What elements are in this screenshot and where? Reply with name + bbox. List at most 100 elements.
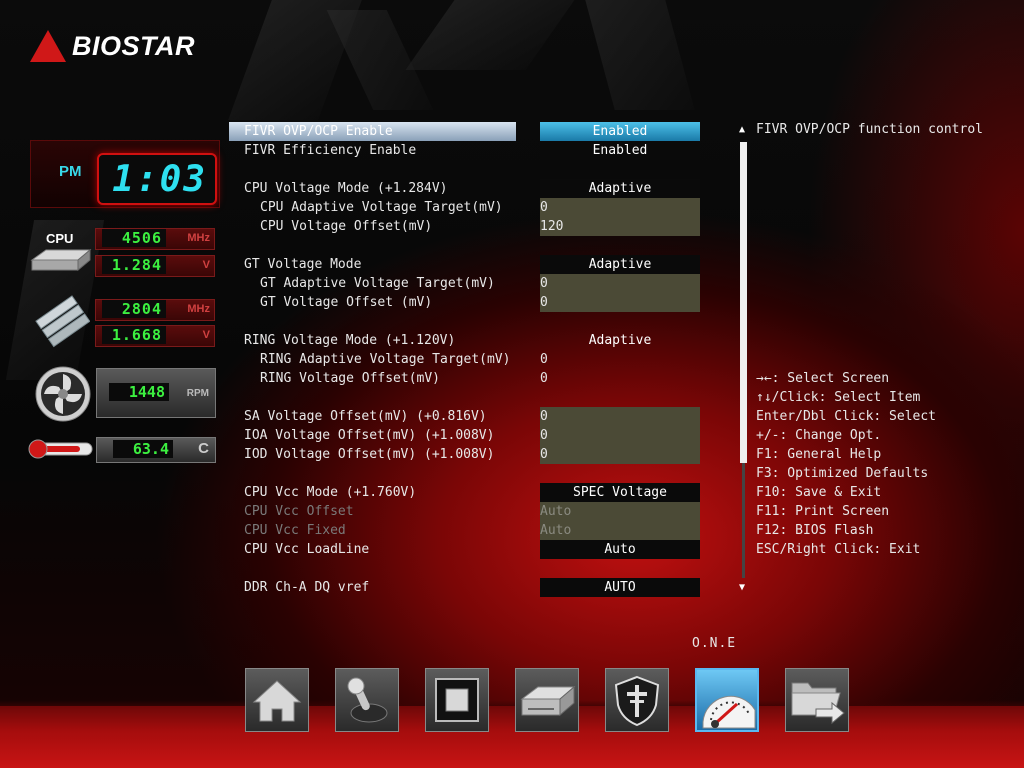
cpu-voltage-value: 1.284 — [102, 256, 166, 274]
setting-value-input[interactable]: 0 — [540, 274, 700, 293]
logo-text: BIOSTAR — [72, 30, 195, 61]
nav-tab-advanced[interactable] — [335, 668, 399, 732]
setting-value-input: Auto — [540, 521, 700, 540]
setting-label: CPU Adaptive Voltage Target(mV) — [260, 200, 503, 215]
help-description: FIVR OVP/OCP function control — [756, 122, 983, 137]
biostar-triangle-icon — [30, 30, 66, 62]
memory-voltage-value: 1.668 — [102, 326, 166, 344]
setting-iod-voltage-offset[interactable]: IOD Voltage Offset(mV) (+1.008V) 0 — [229, 445, 701, 464]
nav-tab-boot[interactable] — [515, 668, 579, 732]
temperature-readout: 63.4 C — [96, 437, 216, 463]
key-hint: →←: Select Screen — [756, 371, 890, 386]
setting-value-select[interactable]: Auto — [540, 540, 700, 559]
memory-voltage-readout: 1.668 V — [95, 325, 215, 347]
setting-label: IOA Voltage Offset(mV) (+1.008V) — [244, 428, 495, 443]
setting-value-input[interactable]: 0 — [540, 407, 700, 426]
chip-icon — [435, 678, 479, 722]
thermometer-icon — [28, 437, 94, 465]
setting-fivr-efficiency-enable[interactable]: FIVR Efficiency Enable Enabled — [229, 141, 701, 160]
setting-value-input[interactable]: 120 — [540, 217, 700, 236]
setting-sa-voltage-offset[interactable]: SA Voltage Offset(mV) (+0.816V) 0 — [229, 407, 701, 426]
setting-ddr-cha-dq-vref[interactable]: DDR Ch-A DQ vref AUTO — [229, 578, 701, 597]
biostar-logo: BIOSTAR — [30, 30, 195, 62]
setting-cpu-vcc-loadline[interactable]: CPU Vcc LoadLine Auto — [229, 540, 701, 559]
setting-ring-adaptive-voltage-target[interactable]: RING Adaptive Voltage Target(mV) 0 — [229, 350, 701, 369]
memory-icon — [34, 292, 91, 352]
cpu-voltage-unit: V — [202, 259, 210, 271]
setting-value-input[interactable]: 0 — [540, 198, 700, 217]
key-hint: F12: BIOS Flash — [756, 523, 874, 538]
setting-label: CPU Vcc Offset — [244, 504, 354, 519]
clock-display: 1:03 — [97, 153, 217, 205]
setting-ioa-voltage-offset[interactable]: IOA Voltage Offset(mV) (+1.008V) 0 — [229, 426, 701, 445]
setting-value-input[interactable]: 0 — [540, 293, 700, 312]
key-hint: Enter/Dbl Click: Select — [756, 409, 937, 424]
setting-label: CPU Vcc LoadLine — [244, 542, 370, 557]
setting-value-input[interactable]: 0 — [540, 445, 700, 464]
setting-label: SA Voltage Offset(mV) (+0.816V) — [244, 409, 487, 424]
temperature-value: 63.4 — [113, 440, 173, 458]
cpu-frequency-value: 4506 — [102, 229, 166, 247]
nav-tab-save-exit[interactable] — [785, 668, 849, 732]
key-hint: ↑↓/Click: Select Item — [756, 390, 921, 405]
setting-gt-voltage-mode[interactable]: GT Voltage Mode Adaptive — [229, 255, 701, 274]
setting-cpu-adaptive-voltage-target[interactable]: CPU Adaptive Voltage Target(mV) 0 — [229, 198, 701, 217]
setting-value-select[interactable]: SPEC Voltage — [540, 483, 700, 502]
clock-panel: PM 1:03 — [30, 140, 220, 208]
setting-cpu-vcc-mode[interactable]: CPU Vcc Mode (+1.760V) SPEC Voltage — [229, 483, 701, 502]
setting-label: GT Voltage Offset (mV) — [260, 295, 433, 310]
cpu-voltage-readout: 1.284 V — [95, 255, 215, 277]
setting-gt-adaptive-voltage-target[interactable]: GT Adaptive Voltage Target(mV) 0 — [229, 274, 701, 293]
cpu-icon: CPU — [28, 230, 94, 280]
nav-tab-security[interactable] — [605, 668, 669, 732]
setting-value-input: Auto — [540, 502, 700, 521]
key-hint: ESC/Right Click: Exit — [756, 542, 921, 557]
nav-tab-chipset[interactable] — [425, 668, 489, 732]
setting-cpu-vcc-fixed: CPU Vcc Fixed Auto — [229, 521, 701, 540]
setting-label: RING Adaptive Voltage Target(mV) — [260, 352, 511, 367]
setting-value-select[interactable]: Enabled — [540, 122, 700, 141]
scrollbar-track[interactable] — [742, 463, 745, 578]
joystick-icon — [347, 677, 388, 723]
setting-label: CPU Vcc Fixed — [244, 523, 346, 538]
setting-label: GT Adaptive Voltage Target(mV) — [260, 276, 495, 291]
setting-label: DDR Ch-A DQ vref — [244, 580, 370, 595]
setting-value-input[interactable]: 0 — [540, 426, 700, 445]
memory-frequency-value: 2804 — [102, 300, 166, 318]
setting-value-input[interactable]: 0 — [540, 350, 700, 369]
drive-icon — [520, 685, 576, 717]
clock-ampm: PM — [59, 163, 82, 180]
memory-voltage-unit: V — [202, 329, 210, 341]
nav-tab-one[interactable] — [695, 668, 759, 732]
memory-frequency-readout: 2804 MHz — [95, 299, 215, 321]
key-hint: F3: Optimized Defaults — [756, 466, 929, 481]
cpu-frequency-readout: 4506 MHz — [95, 228, 215, 250]
folder-exit-icon — [791, 682, 845, 725]
setting-value-input[interactable]: 0 — [540, 369, 700, 388]
setting-cpu-voltage-offset[interactable]: CPU Voltage Offset(mV) 120 — [229, 217, 701, 236]
setting-value-select[interactable]: AUTO — [540, 578, 700, 597]
setting-label: RING Voltage Offset(mV) — [260, 371, 441, 386]
key-legend: →←: Select Screen ↑↓/Click: Select Item … — [756, 369, 936, 559]
key-hint: F10: Save & Exit — [756, 485, 882, 500]
scrollbar-thumb[interactable] — [740, 142, 747, 463]
setting-ring-voltage-offset[interactable]: RING Voltage Offset(mV) 0 — [229, 369, 701, 388]
scroll-down-arrow-icon[interactable]: ▼ — [739, 582, 745, 593]
setting-value-select[interactable]: Enabled — [540, 141, 700, 160]
fan-speed-readout: 1448 RPM — [96, 368, 216, 418]
active-tab-label: O.N.E — [692, 636, 737, 651]
setting-fivr-ovp-ocp-enable[interactable]: FIVR OVP/OCP Enable Enabled — [229, 122, 701, 141]
nav-tab-main[interactable] — [245, 668, 309, 732]
setting-value-select[interactable]: Adaptive — [540, 179, 700, 198]
setting-cpu-voltage-mode[interactable]: CPU Voltage Mode (+1.284V) Adaptive — [229, 179, 701, 198]
gauge-icon — [702, 695, 756, 729]
fan-icon — [34, 365, 92, 427]
scroll-up-arrow-icon[interactable]: ▲ — [739, 124, 745, 135]
temperature-unit: C — [198, 440, 209, 457]
setting-value-select[interactable]: Adaptive — [540, 331, 700, 350]
setting-gt-voltage-offset[interactable]: GT Voltage Offset (mV) 0 — [229, 293, 701, 312]
key-hint: +/-: Change Opt. — [756, 428, 882, 443]
setting-label: IOD Voltage Offset(mV) (+1.008V) — [244, 447, 495, 462]
setting-value-select[interactable]: Adaptive — [540, 255, 700, 274]
setting-ring-voltage-mode[interactable]: RING Voltage Mode (+1.120V) Adaptive — [229, 331, 701, 350]
